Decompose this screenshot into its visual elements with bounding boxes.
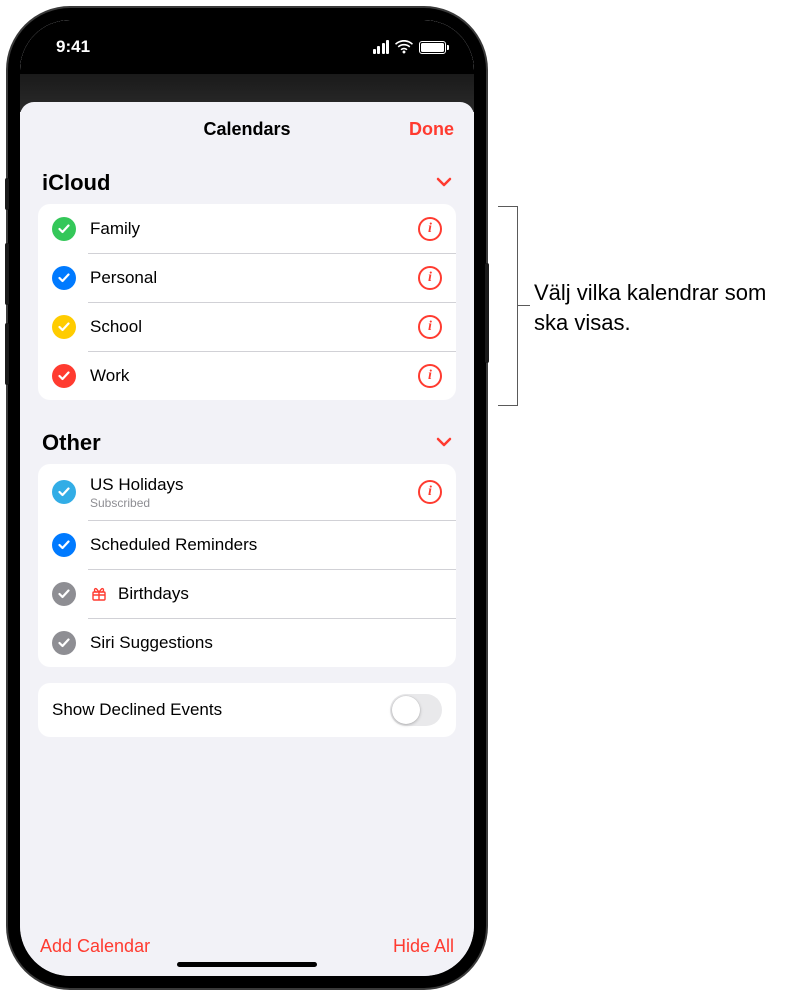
check-icon[interactable]	[52, 631, 76, 655]
calendar-row-us-holidays[interactable]: US Holidays Subscribed i	[38, 464, 456, 520]
content-scroll[interactable]: iCloud Family i	[20, 156, 474, 916]
bottom-bar: Add Calendar Hide All	[20, 916, 474, 976]
calendar-row-personal[interactable]: Personal i	[38, 253, 456, 302]
silent-switch	[5, 178, 9, 210]
calendar-label: Siri Suggestions	[90, 633, 442, 653]
calendar-label: Work	[90, 366, 404, 386]
calendar-row-school[interactable]: School i	[38, 302, 456, 351]
home-indicator	[177, 962, 317, 967]
info-icon[interactable]: i	[418, 315, 442, 339]
calendars-sheet: Calendars Done iCloud Family	[20, 102, 474, 976]
hide-all-button[interactable]: Hide All	[393, 936, 454, 957]
nav-title: Calendars	[203, 119, 290, 140]
check-icon[interactable]	[52, 364, 76, 388]
screen: 9:41 Calendars Done	[20, 20, 474, 976]
side-button	[485, 263, 489, 363]
cellular-icon	[373, 40, 390, 54]
check-icon[interactable]	[52, 480, 76, 504]
check-icon[interactable]	[52, 533, 76, 557]
check-icon[interactable]	[52, 582, 76, 606]
check-icon[interactable]	[52, 315, 76, 339]
section-header-other: Other	[38, 416, 456, 464]
calendar-row-birthdays[interactable]: Birthdays	[38, 569, 456, 618]
check-icon[interactable]	[52, 217, 76, 241]
section-header-icloud: iCloud	[38, 156, 456, 204]
gift-icon	[90, 586, 108, 602]
info-icon[interactable]: i	[418, 364, 442, 388]
calendar-label: Birthdays	[118, 584, 442, 604]
volume-up-button	[5, 243, 9, 305]
wifi-icon	[395, 40, 413, 54]
status-time: 9:41	[56, 37, 90, 57]
calendar-row-work[interactable]: Work i	[38, 351, 456, 400]
callout-bracket	[498, 206, 518, 406]
chevron-down-icon[interactable]	[436, 434, 452, 452]
switch-declined-events[interactable]	[390, 694, 442, 726]
callout-line	[518, 305, 530, 306]
status-icons	[373, 40, 447, 54]
group-icloud: Family i Personal i School	[38, 204, 456, 400]
done-button[interactable]: Done	[409, 119, 454, 140]
calendar-row-siri-suggestions[interactable]: Siri Suggestions	[38, 618, 456, 667]
phone-frame: 9:41 Calendars Done	[8, 8, 486, 988]
calendar-label: School	[90, 317, 404, 337]
volume-down-button	[5, 323, 9, 385]
toggle-row-declined-events: Show Declined Events	[38, 683, 456, 737]
calendar-label: Scheduled Reminders	[90, 535, 442, 555]
add-calendar-button[interactable]: Add Calendar	[40, 936, 150, 957]
callout-text: Välj vilka kalendrar som ska visas.	[534, 278, 774, 337]
calendar-sublabel: Subscribed	[90, 496, 404, 510]
calendar-row-family[interactable]: Family i	[38, 204, 456, 253]
toggle-label: Show Declined Events	[52, 700, 222, 720]
calendar-label: Personal	[90, 268, 404, 288]
section-title-icloud: iCloud	[42, 170, 110, 196]
dynamic-island	[183, 36, 311, 72]
toggle-group: Show Declined Events	[38, 683, 456, 737]
check-icon[interactable]	[52, 266, 76, 290]
group-other: US Holidays Subscribed i Scheduled Remin…	[38, 464, 456, 667]
calendar-row-scheduled-reminders[interactable]: Scheduled Reminders	[38, 520, 456, 569]
info-icon[interactable]: i	[418, 480, 442, 504]
info-icon[interactable]: i	[418, 217, 442, 241]
chevron-down-icon[interactable]	[436, 174, 452, 192]
battery-icon	[419, 41, 446, 54]
section-title-other: Other	[42, 430, 101, 456]
nav-bar: Calendars Done	[20, 102, 474, 156]
calendar-label: US Holidays	[90, 475, 404, 495]
calendar-label: Family	[90, 219, 404, 239]
info-icon[interactable]: i	[418, 266, 442, 290]
